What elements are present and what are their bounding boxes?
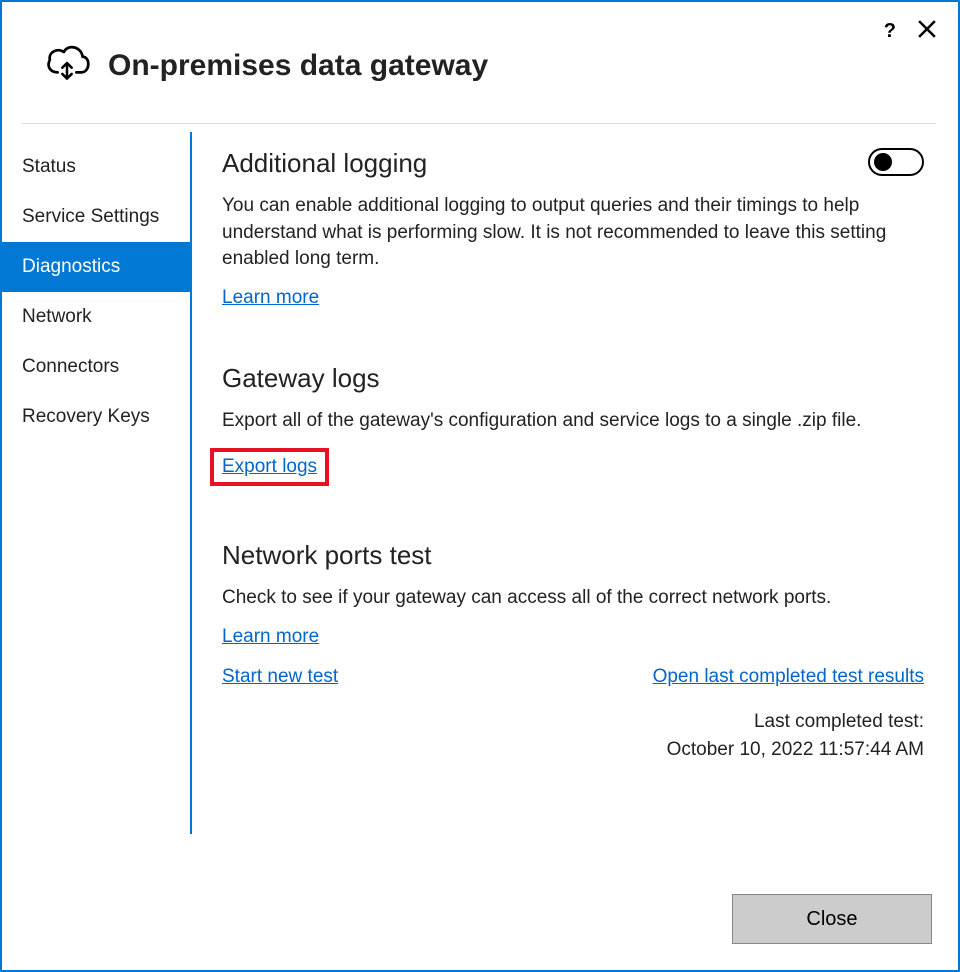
sidebar: Status Service Settings Diagnostics Netw… [2, 124, 190, 894]
close-button[interactable]: Close [732, 894, 932, 944]
network-ports-learn-more-link[interactable]: Learn more [222, 626, 319, 648]
toggle-knob [874, 153, 892, 171]
export-logs-highlight: Export logs [210, 448, 329, 486]
app-body: Status Service Settings Diagnostics Netw… [2, 124, 958, 894]
network-ports-actions: Start new test Open last completed test … [222, 666, 924, 688]
gateway-logs-description: Export all of the gateway's configuratio… [222, 408, 924, 435]
additional-logging-description: You can enable additional logging to out… [222, 193, 924, 273]
sidebar-item-status[interactable]: Status [2, 142, 190, 192]
sidebar-item-diagnostics[interactable]: Diagnostics [2, 242, 190, 292]
sidebar-item-network[interactable]: Network [2, 292, 190, 342]
last-completed-test: Last completed test: October 10, 2022 11… [222, 708, 924, 763]
last-completed-time: October 10, 2022 11:57:44 AM [222, 736, 924, 764]
section-gateway-logs: Gateway logs Export all of the gateway's… [222, 363, 924, 487]
help-icon[interactable]: ? [884, 20, 896, 43]
section-additional-logging: Additional logging You can enable additi… [222, 148, 924, 309]
network-ports-heading: Network ports test [222, 540, 924, 571]
footer: Close [2, 894, 958, 970]
close-icon[interactable] [918, 20, 936, 43]
additional-logging-learn-more-link[interactable]: Learn more [222, 287, 319, 309]
sidebar-item-service-settings[interactable]: Service Settings [2, 192, 190, 242]
section-network-ports: Network ports test Check to see if your … [222, 540, 924, 763]
app-header: On-premises data gateway [2, 2, 958, 123]
gateway-logs-heading: Gateway logs [222, 363, 924, 394]
additional-logging-toggle[interactable] [868, 148, 924, 176]
export-logs-link[interactable]: Export logs [222, 456, 317, 478]
sidebar-item-recovery-keys[interactable]: Recovery Keys [2, 392, 190, 442]
app-title: On-premises data gateway [108, 49, 488, 83]
cloud-icon [42, 38, 92, 93]
open-last-results-link[interactable]: Open last completed test results [653, 666, 924, 688]
titlebar-controls: ? [884, 20, 936, 43]
additional-logging-heading: Additional logging [222, 148, 924, 179]
last-completed-label: Last completed test: [222, 708, 924, 736]
network-ports-description: Check to see if your gateway can access … [222, 585, 924, 612]
sidebar-item-connectors[interactable]: Connectors [2, 342, 190, 392]
app-window: ? On-premises data gateway Status Servic… [0, 0, 960, 972]
start-new-test-link[interactable]: Start new test [222, 666, 338, 688]
content-panel: Additional logging You can enable additi… [192, 124, 958, 894]
